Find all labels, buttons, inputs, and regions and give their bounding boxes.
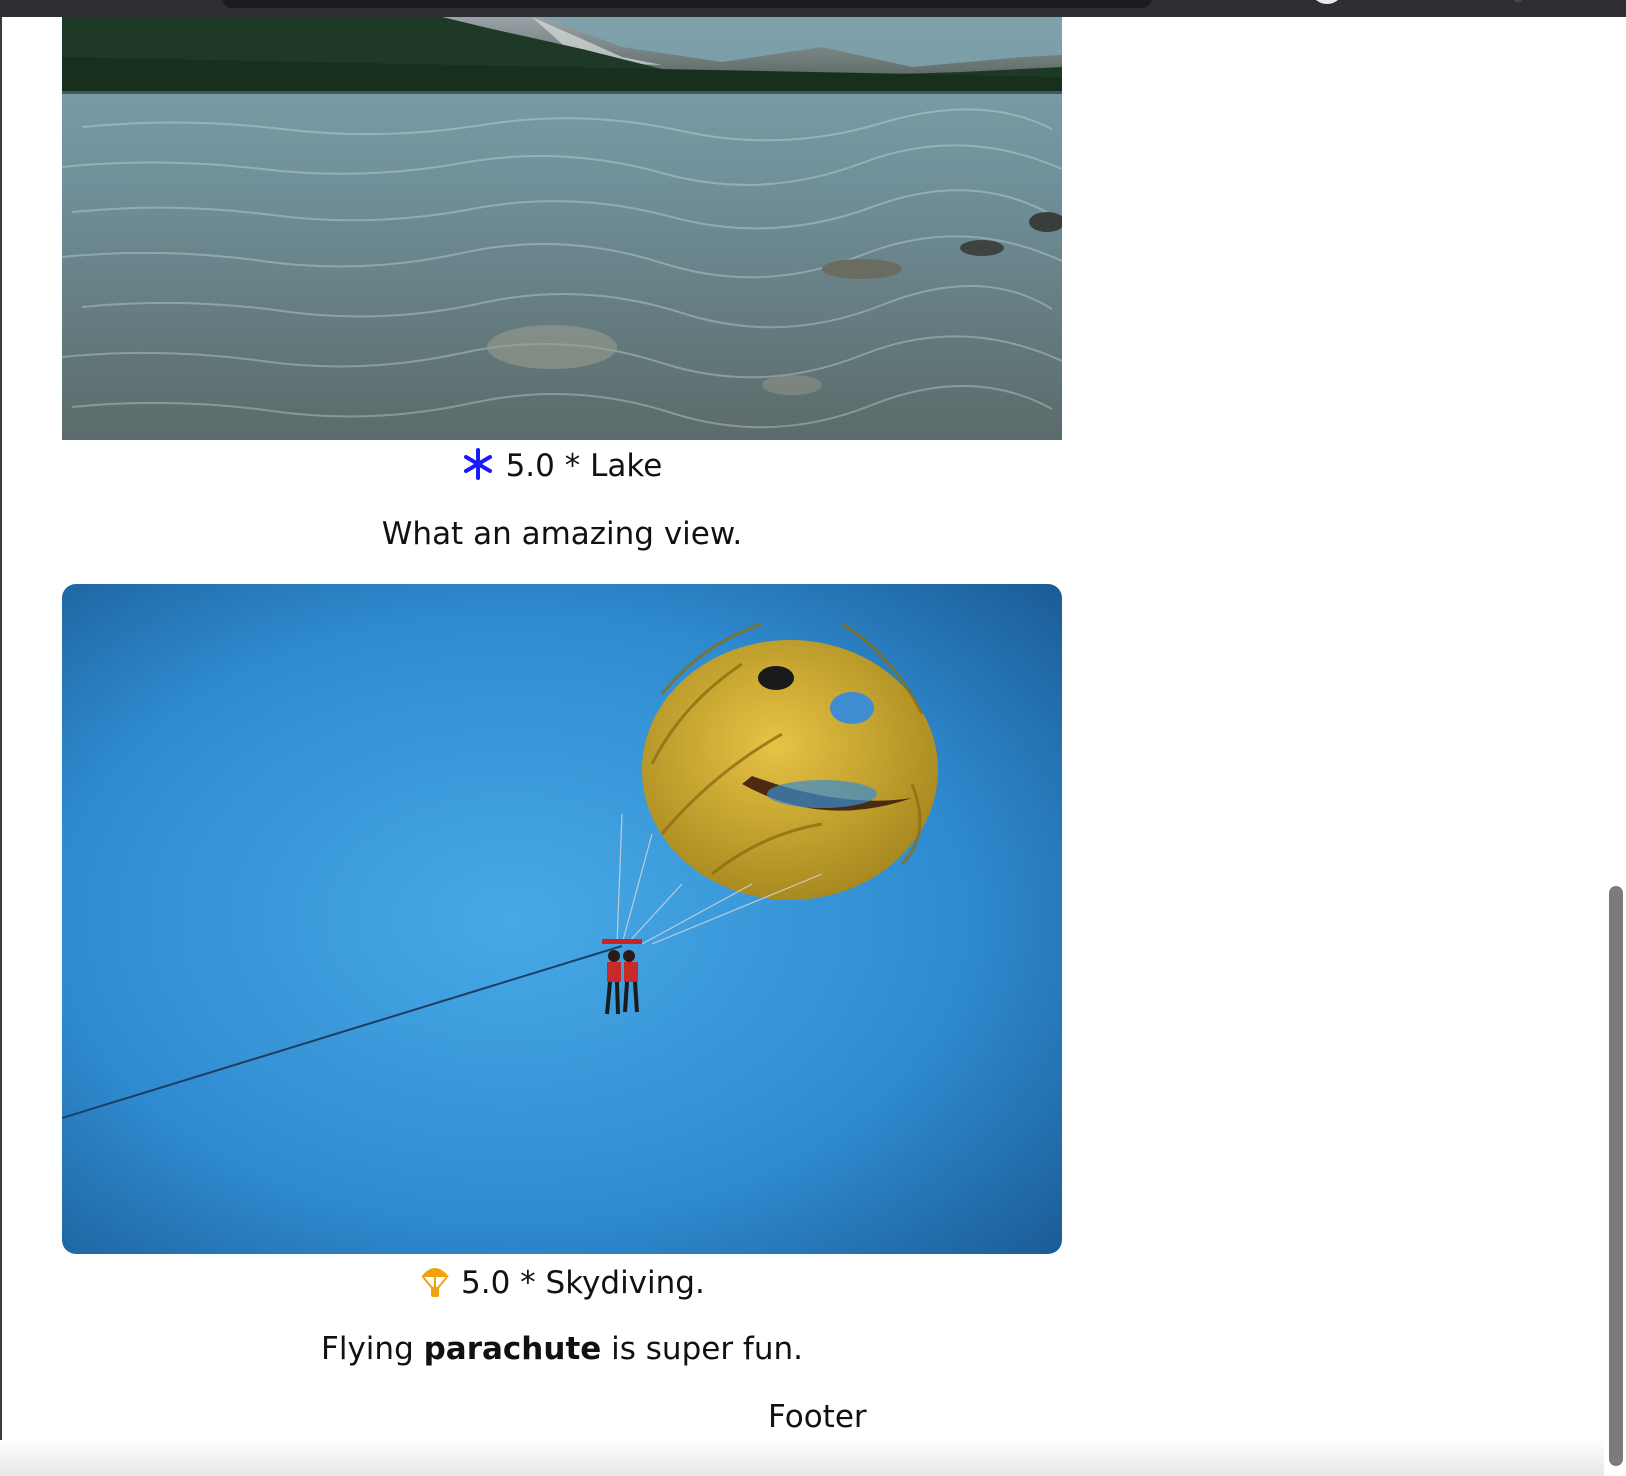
- emphasized-word: parachute: [423, 1331, 602, 1367]
- rating-label: 5.0 * Lake: [505, 448, 663, 484]
- page-content: 5.0 * Lake What an amazing view. 5.0 * S…: [0, 0, 1600, 1476]
- card-rating: 5.0 * Lake: [62, 448, 1062, 484]
- card-description: Flying parachute is super fun.: [321, 1331, 803, 1367]
- card-rating: 5.0 * Skydiving.: [62, 1263, 1062, 1301]
- rating-label: 5.0 * Skydiving.: [461, 1265, 705, 1301]
- scrollbar-thumb[interactable]: [1609, 886, 1623, 1466]
- parachute-icon: [421, 1268, 450, 1297]
- browser-window: 5.0 * Lake What an amazing view. 5.0 * S…: [0, 0, 1626, 1476]
- window-bottom-edge: [0, 1440, 1626, 1476]
- card-description: What an amazing view.: [381, 516, 743, 552]
- snowflake-icon: [463, 448, 492, 480]
- parachute-photo: [62, 584, 1062, 1254]
- lake-photo: [62, 17, 1062, 440]
- page-footer: Footer: [768, 1399, 867, 1435]
